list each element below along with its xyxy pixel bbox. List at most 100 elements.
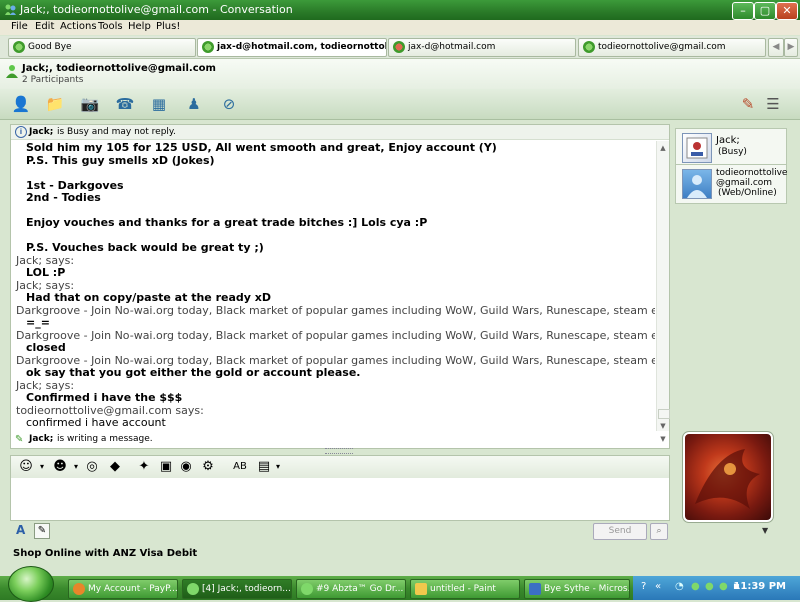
scroll-thumb[interactable] [658,409,670,419]
help-icon[interactable]: ? [641,581,646,592]
expand-icon[interactable]: ▼ [657,432,669,446]
conversation-tabs: Good Bye jax-d@hotmail.com, todieornotto… [0,36,800,59]
chat-scrollbar[interactable]: ▲ ▼ [656,141,670,431]
background-dropdown-icon[interactable]: ▾ [269,459,287,474]
chat-log[interactable]: Sold him my 105 for 125 USD, All went sm… [11,141,655,431]
message-text: 1st - Darkgoves [26,178,124,192]
menu-file[interactable]: File [11,21,28,32]
messenger-tray-icon-3[interactable]: ● [719,581,728,592]
emoticon-dropdown-icon[interactable]: ▾ [33,459,51,474]
text-format-icon[interactable]: AB [231,459,249,474]
task-chat[interactable]: #9 Abzta™ Go Dr... [296,579,406,599]
sender-line: Jack; says: [16,378,75,392]
block-icon[interactable]: ⊘ [218,94,240,114]
menu-tools[interactable]: Tools [98,21,123,32]
system-tray: ? « ◔ ● ● ● ▪ 11:39 PM [633,576,800,600]
display-picture-dropdown-icon[interactable]: ▼ [762,526,768,535]
handwriting-icon[interactable]: ✎ [34,523,50,539]
tab-todieornottolive[interactable]: todieornottolive@gmail.com [578,38,766,57]
menu-edit[interactable]: Edit [35,21,54,32]
scroll-down-icon[interactable]: ▼ [658,421,668,431]
title-bar[interactable]: Jack;, todieornottolive@gmail.com - Conv… [0,0,800,20]
sender-line: Jack; says: [16,278,75,292]
typing-indicator: ✎ Jack; is writing a message. [11,432,655,446]
sender-line: todieornottolive@gmail.com says: [16,403,204,417]
expand-tray-icon[interactable]: « [655,581,661,592]
messenger-tray-icon[interactable]: ● [691,581,700,592]
dragon-picture-icon [695,449,760,509]
contact-status: (Web/Online) [718,188,777,198]
taskbar: My Account - PayP... [4] Jack;, todieorn… [0,576,800,600]
sender-line: Darkgroove - Join No-wai.org today, Blac… [16,328,655,342]
image-icon[interactable]: ▣ [157,459,175,474]
pane-resize-grip[interactable] [325,448,353,454]
contact-card-todieornottolive[interactable]: todieornottolive @gmail.com (Web/Online) [675,164,787,204]
menu-bar: File Edit Actions Tools Help Plus! [0,20,800,35]
paint-icon [415,583,427,595]
message-input[interactable] [10,478,670,521]
message-text: Confirmed i have the $$$ [26,391,183,404]
my-display-picture[interactable] [682,431,774,523]
search-icon[interactable]: ⌕ [650,523,668,540]
contact-icon [202,41,214,53]
task-paypal[interactable]: My Account - PayP... [68,579,178,599]
clock[interactable]: 11:39 PM [733,581,786,592]
tab-scroll-right-button[interactable]: ▶ [784,38,798,57]
minimize-button[interactable]: – [732,2,754,20]
maximize-button[interactable]: ▢ [754,2,776,20]
status-notice: i Jack; is Busy and may not reply. [11,125,669,140]
voice-clip-icon[interactable]: ◆ [106,459,124,474]
message-text: ok say that you got either the gold or a… [26,366,361,379]
send-button[interactable]: Send [593,523,647,540]
typing-icon: ✎ [15,434,24,445]
contact-card-jack[interactable]: Jack; (Busy) [675,128,787,166]
task-word[interactable]: Bye Sythe - Micros... [524,579,630,599]
send-files-icon[interactable]: 📁 [44,94,66,114]
font-icon[interactable]: A [16,523,25,537]
activities-icon[interactable]: ▦ [148,94,170,114]
menu-plus[interactable]: Plus! [156,21,180,32]
tab-group-conversation[interactable]: jax-d@hotmail.com, todieornottoli... [197,38,387,57]
plugin-icon[interactable]: ⚙ [199,459,217,474]
messenger-tray-icon-2[interactable]: ● [705,581,714,592]
participants-icon [6,65,18,78]
tab-scroll-left-button[interactable]: ◀ [768,38,784,57]
avatar [682,169,712,199]
task-conversation[interactable]: [4] Jack;, todieorn... [182,579,292,599]
sender-line: Darkgroove - Join No-wai.org today, Blac… [16,353,655,367]
games-icon[interactable]: ♟ [183,94,205,114]
scroll-up-icon[interactable]: ▲ [658,143,668,153]
messenger-icon [301,583,313,595]
volume-icon[interactable]: ◔ [675,581,684,592]
message-text: P.S. This guy smells xD (Jokes) [26,153,215,167]
options-menu-icon[interactable]: ☰ [762,94,784,114]
contact-status: (Busy) [718,147,747,157]
info-icon: i [15,126,27,138]
screenshot-icon[interactable]: ◉ [177,459,195,474]
paint-brush-icon[interactable]: ✎ [737,94,759,114]
plus-effect-icon[interactable]: ✦ [135,459,153,474]
nudge-icon[interactable]: ◎ [83,459,101,474]
tab-jax-d[interactable]: jax-d@hotmail.com [388,38,576,57]
tab-good-bye[interactable]: Good Bye [8,38,196,57]
status-contact-name: Jack; [29,127,54,137]
task-paint[interactable]: untitled - Paint [410,579,520,599]
webcam-icon[interactable]: 📷 [79,94,101,114]
message-text: =_= [26,316,50,329]
message-text: Sold him my 105 for 125 USD, All went sm… [26,141,497,154]
call-icon[interactable]: ☎ [114,94,136,114]
menu-actions[interactable]: Actions [60,21,97,32]
typing-message: is writing a message. [57,434,153,444]
advertisement-link[interactable]: Shop Online with ANZ Visa Debit [13,548,197,559]
chat-history-panel: i Jack; is Busy and may not reply. Sold … [10,124,670,449]
start-button[interactable] [8,566,54,602]
invite-contact-icon[interactable]: 👤 [10,94,32,114]
firefox-icon [73,583,85,595]
participants-count: 2 Participants [22,75,84,85]
messenger-icon [5,4,16,15]
close-button[interactable]: ✕ [776,2,798,20]
message-text: Had that on copy/paste at the ready xD [26,291,271,304]
contact-name-line2: @gmail.com [716,178,773,188]
message-text: Enjoy vouches and thanks for a great tra… [26,216,428,229]
menu-help[interactable]: Help [128,21,151,32]
